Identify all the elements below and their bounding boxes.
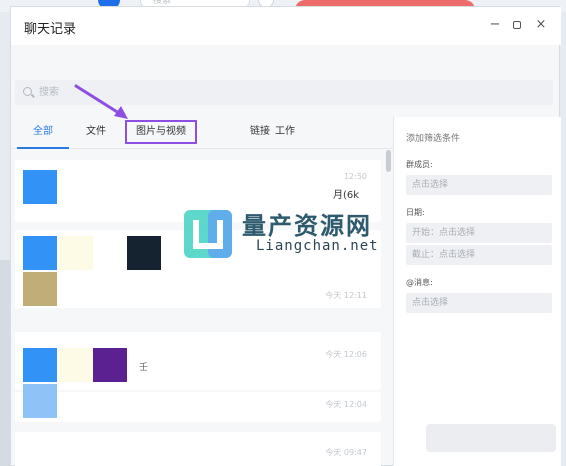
message-text: 壬: [139, 363, 149, 373]
message-time: 今天 12:04: [325, 400, 367, 409]
message-time: 今天 12:11: [325, 291, 367, 300]
image-thumbnail[interactable]: [59, 348, 93, 382]
search-input[interactable]: [39, 84, 239, 101]
message-list[interactable]: 12:50 月(6k 今天 12:11 壬 今天 12:06 今天 12:04: [15, 152, 389, 466]
screen: 搜索 聊天记录 − × 全部 文件 图片与视频 链接 工作 12:50 月(6k: [0, 0, 566, 466]
message-card[interactable]: 今天 12:11: [15, 230, 381, 308]
filter-title: 添加筛选条件: [406, 134, 461, 144]
image-thumbnail[interactable]: [23, 272, 57, 306]
image-thumbnail[interactable]: [23, 348, 57, 382]
maximize-button[interactable]: [509, 17, 525, 33]
date-start-select[interactable]: 开始：点击选择: [406, 223, 552, 243]
minimize-button[interactable]: −: [487, 17, 503, 33]
mention-select[interactable]: 点击选择: [406, 293, 552, 313]
image-thumbnail[interactable]: [127, 236, 161, 270]
message-card[interactable]: 今天 09:47: [15, 432, 381, 466]
dialog-title: 聊天记录: [24, 22, 77, 37]
title-bar: 聊天记录 − ×: [11, 7, 561, 45]
message-card[interactable]: 今天 12:04: [15, 384, 381, 422]
member-select[interactable]: 点击选择: [406, 175, 552, 195]
image-thumbnail[interactable]: [93, 348, 127, 382]
mention-label: @消息:: [406, 278, 433, 287]
message-card[interactable]: 壬 今天 12:06: [15, 332, 381, 390]
scrollbar-thumb[interactable]: [386, 150, 391, 172]
message-time: 今天 09:47: [325, 448, 367, 457]
tab-images-videos[interactable]: 图片与视频: [125, 120, 197, 144]
file-name: 月(6k: [333, 190, 360, 201]
image-thumbnail[interactable]: [23, 384, 57, 418]
search-box[interactable]: [15, 80, 553, 105]
date-label: 日期:: [406, 208, 425, 217]
tab-links[interactable]: 链接: [246, 123, 274, 145]
image-thumbnail[interactable]: [23, 236, 57, 270]
date-end-select[interactable]: 截止：点击选择: [406, 245, 552, 265]
message-time: 12:50: [343, 172, 367, 181]
tab-work[interactable]: 工作: [271, 123, 299, 145]
message-time: 今天 12:06: [325, 350, 367, 359]
close-button[interactable]: ×: [533, 17, 549, 33]
blurred-area: [426, 424, 556, 452]
tab-bar: 全部 文件 图片与视频 链接 工作: [11, 117, 393, 149]
chat-history-dialog: 聊天记录 − × 全部 文件 图片与视频 链接 工作 12:50 月(6k: [10, 6, 561, 466]
tab-all[interactable]: 全部: [29, 123, 57, 145]
active-tab-underline: [17, 147, 69, 149]
search-icon: [23, 87, 32, 96]
tab-files[interactable]: 文件: [82, 123, 110, 145]
maximize-icon: [513, 21, 521, 29]
message-card[interactable]: 12:50 月(6k: [15, 160, 381, 222]
image-thumbnail[interactable]: [59, 236, 93, 270]
image-thumbnail[interactable]: [23, 170, 57, 204]
member-label: 群成员:: [406, 160, 433, 169]
filter-panel: 添加筛选条件 群成员: 点击选择 日期: 开始：点击选择 截止：点击选择 @消息…: [393, 117, 561, 466]
